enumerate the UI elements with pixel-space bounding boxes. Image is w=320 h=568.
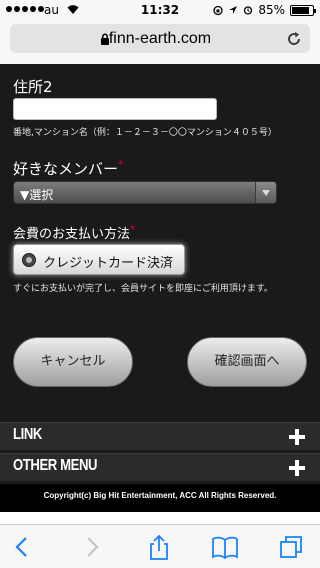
- back-icon[interactable]: [8, 533, 36, 561]
- other-menu-section-header[interactable]: OTHER MENU: [0, 453, 320, 481]
- payment-hint: すぐにお支払いが完了し、会員サイトを即座にご利用頂けます。: [13, 284, 273, 294]
- cancel-button[interactable]: キャンセル: [13, 337, 133, 387]
- forward-icon[interactable]: [78, 533, 106, 561]
- member-label-text: 好きなメンバー: [13, 160, 119, 178]
- bookmarks-icon[interactable]: [211, 533, 239, 561]
- other-menu-title: OTHER MENU: [13, 457, 98, 474]
- status-bar: au 11:32 85%: [0, 0, 320, 20]
- share-icon[interactable]: [145, 533, 173, 561]
- copyright-text: Copyright(c) Big Hit Entertainment, ACC …: [43, 491, 277, 500]
- footer: Copyright(c) Big Hit Entertainment, ACC …: [0, 484, 320, 512]
- lock-rotation-icon: [213, 5, 223, 15]
- payment-label-text: 会費のお支払い方法: [13, 227, 131, 242]
- payment-label: 会費のお支払い方法*: [13, 223, 136, 242]
- address-bar[interactable]: finn-earth.com: [10, 24, 310, 53]
- browser-toolbar: [0, 524, 320, 568]
- radio-button[interactable]: [22, 253, 36, 267]
- member-select-value: ▼選択: [20, 188, 54, 202]
- url-text: finn-earth.com: [108, 30, 212, 47]
- address2-hint: 番地,マンション名（例：１－２－３－〇〇マンション４０５号）: [13, 128, 277, 138]
- page-content: 住所2 番地,マンション名（例：１－２－３－〇〇マンション４０５号） 好きなメン…: [0, 64, 320, 512]
- battery-icon: [290, 4, 316, 16]
- link-section-header[interactable]: LINK: [0, 422, 320, 450]
- required-mark: *: [118, 158, 124, 171]
- member-label: 好きなメンバー*: [13, 158, 124, 179]
- link-title: LINK: [13, 426, 42, 443]
- dropdown-arrow-icon: [255, 182, 276, 203]
- browser-address-area: finn-earth.com: [0, 20, 320, 64]
- payment-option-credit-card[interactable]: クレジットカード決済: [13, 244, 185, 275]
- address2-label: 住所2: [13, 78, 53, 96]
- alarm-icon: [244, 6, 253, 15]
- battery-percent: 85%: [258, 3, 285, 17]
- plus-icon[interactable]: [289, 429, 305, 445]
- payment-option-label: クレジットカード決済: [43, 256, 174, 271]
- member-select[interactable]: ▼選択: [13, 181, 277, 204]
- location-icon: [229, 6, 238, 14]
- confirm-button[interactable]: 確認画面へ: [187, 337, 307, 387]
- reload-icon[interactable]: [286, 31, 302, 47]
- address2-input[interactable]: [13, 98, 217, 120]
- tabs-icon[interactable]: [277, 533, 305, 561]
- plus-icon[interactable]: [289, 460, 305, 476]
- required-mark: *: [130, 223, 136, 236]
